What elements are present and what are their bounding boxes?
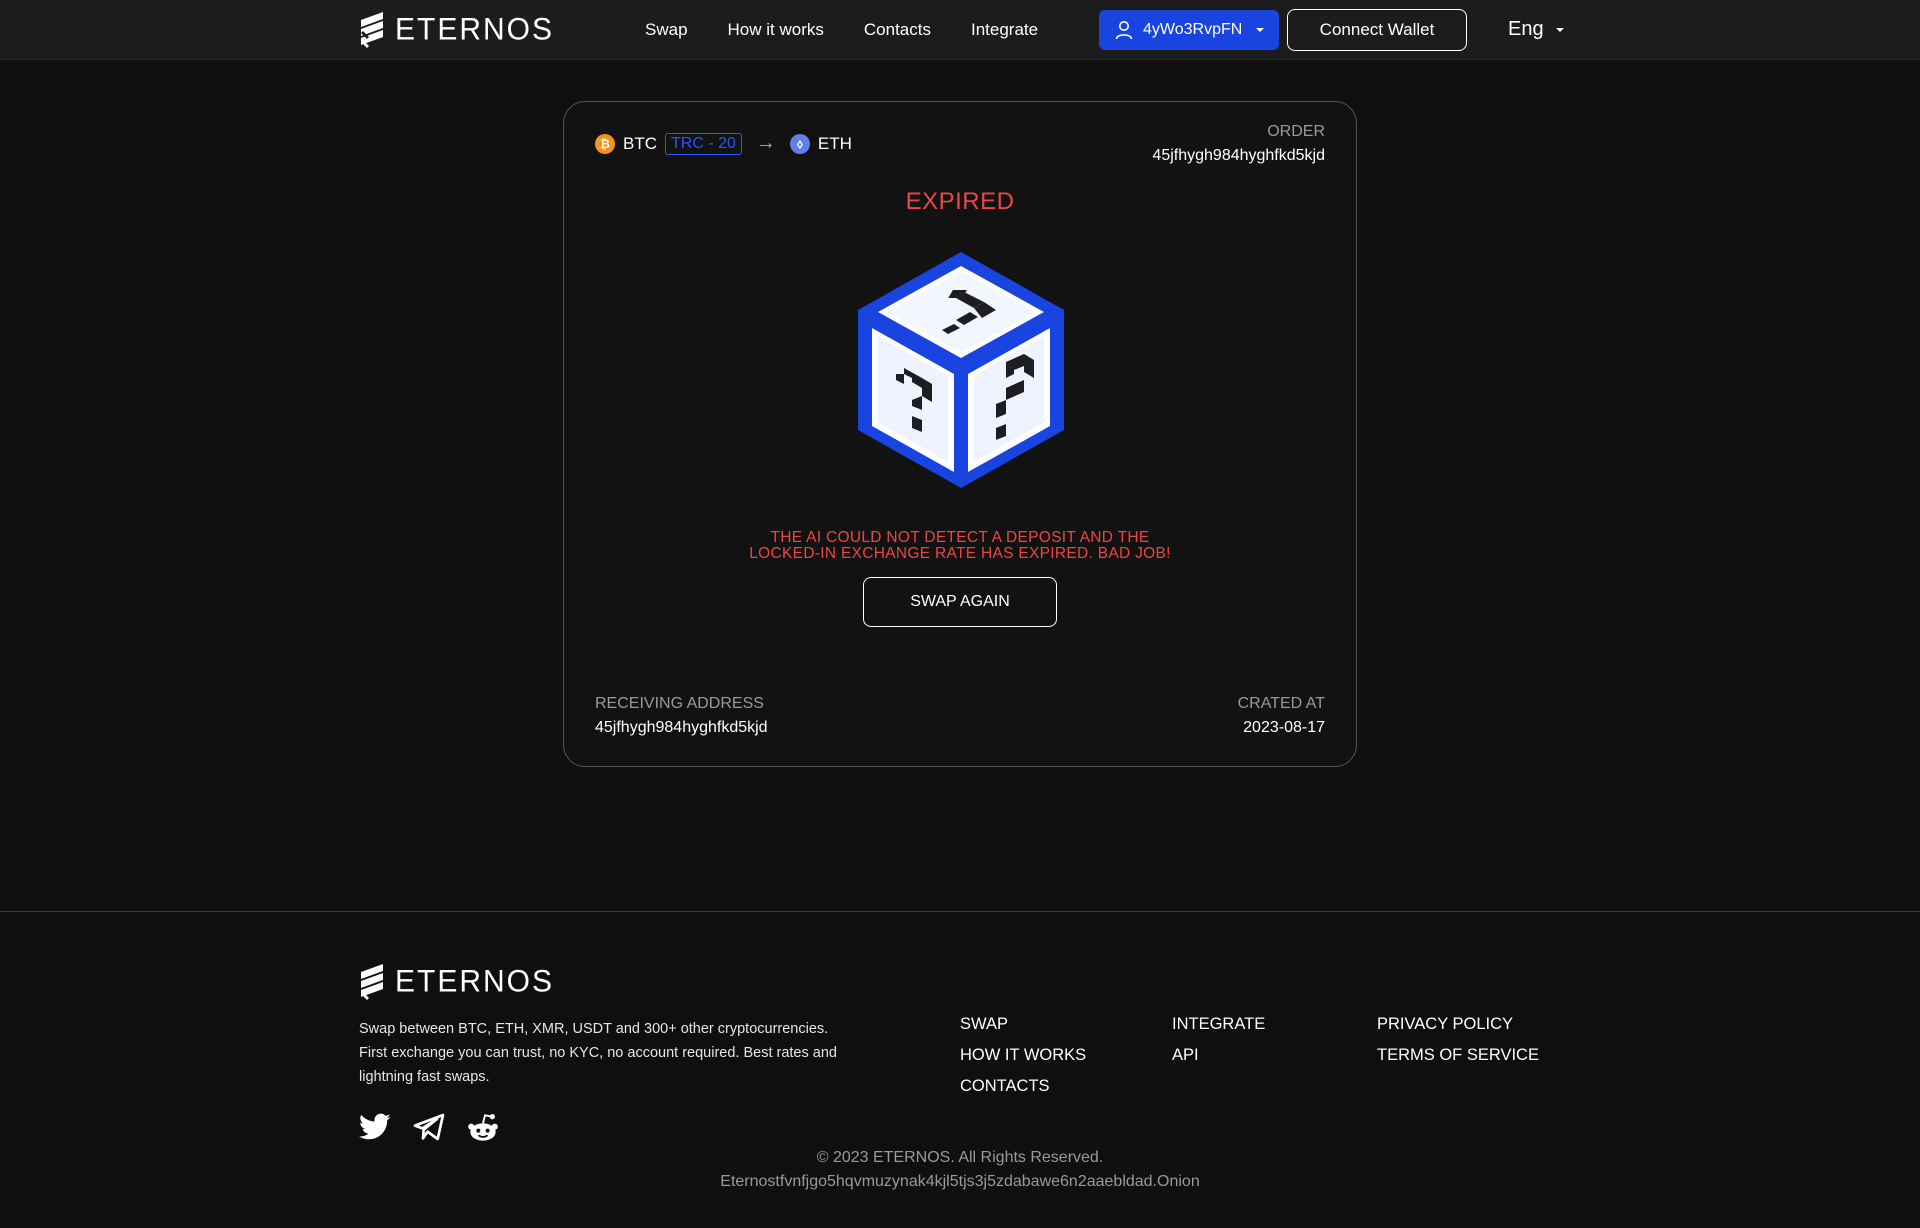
nav-integrate[interactable]: Integrate (971, 20, 1038, 40)
eth-icon: ⬨ (789, 133, 810, 154)
nav-contacts[interactable]: Contacts (864, 20, 931, 40)
social-links (359, 1113, 499, 1143)
wallet-account-button[interactable]: 4yWo3RvpFN (1099, 10, 1279, 50)
footer-divider (0, 911, 1920, 912)
main-nav: Swap How it works Contacts Integrate (645, 20, 1038, 40)
footer-link-integrate[interactable]: INTEGRATE (1172, 1015, 1265, 1034)
reddit-icon[interactable] (467, 1113, 499, 1143)
footer-link-contacts[interactable]: CONTACTS (960, 1077, 1086, 1096)
eternos-logo-icon (361, 12, 383, 48)
logo-text: ETERNOS (395, 964, 555, 999)
telegram-icon[interactable] (413, 1113, 445, 1141)
receiving-address-block: RECEIVING ADDRESS 45jfhygh984hyghfkd5kjd (595, 695, 768, 737)
user-icon (1115, 21, 1133, 40)
connect-wallet-button[interactable]: Connect Wallet (1287, 9, 1467, 51)
footer-link-swap[interactable]: SWAP (960, 1015, 1086, 1034)
receiving-address-label: RECEIVING ADDRESS (595, 695, 764, 712)
footer-column-legal: PRIVACY POLICY TERMS OF SERVICE (1377, 1015, 1539, 1065)
header: ETERNOS Swap How it works Contacts Integ… (0, 0, 1920, 60)
to-coin: ETH (817, 133, 852, 153)
status-badge: EXPIRED (905, 188, 1015, 215)
order-id: 45jfhygh984hyghfkd5kjd (1152, 147, 1325, 164)
from-coin: BTC (623, 133, 657, 153)
footer-column-main: SWAP HOW IT WORKS CONTACTS (960, 1015, 1086, 1096)
chevron-down-icon (1555, 27, 1564, 32)
copyright-text: © 2023 ETERNOS. All Rights Reserved. (816, 1149, 1104, 1166)
eternos-logo-icon (361, 964, 383, 1000)
footer-link-privacy-policy[interactable]: PRIVACY POLICY (1377, 1015, 1539, 1034)
footer-column-developers: INTEGRATE API (1172, 1015, 1265, 1065)
receiving-address-value: 45jfhygh984hyghfkd5kjd (595, 719, 768, 736)
footer-link-terms-of-service[interactable]: TERMS OF SERVICE (1377, 1046, 1539, 1065)
expired-message: THE AI COULD NOT DETECT A DEPOSIT AND TH… (564, 530, 1356, 562)
order-card: ₿ BTC TRC - 20 → ⬨ ETH ORDER 45jfhygh984… (563, 101, 1357, 767)
nav-how-it-works[interactable]: How it works (728, 20, 824, 40)
twitter-icon[interactable] (359, 1113, 391, 1141)
copyright: © 2023 ETERNOS. All Rights Reserved. Ete… (0, 1146, 1920, 1194)
chevron-down-icon (1256, 28, 1265, 32)
created-at-value: 2023-08-17 (1243, 719, 1325, 736)
network-badge: TRC - 20 (665, 132, 742, 155)
footer-link-api[interactable]: API (1172, 1046, 1265, 1065)
btc-icon: ₿ (595, 133, 615, 154)
footer-logo[interactable]: ETERNOS (359, 962, 554, 1002)
arrow-right-icon: → (755, 132, 776, 154)
footer-description: Swap between BTC, ETH, XMR, USDT and 300… (359, 1021, 837, 1085)
onion-address: Eternostfvnfjgo5hqvmuzynak4kjl5tjs3j5zda… (720, 1173, 1200, 1190)
created-at-block: CRATED AT 2023-08-17 (1238, 695, 1325, 737)
expired-message-line1: THE AI COULD NOT DETECT A DEPOSIT AND TH… (770, 529, 1150, 546)
language-selector[interactable]: Eng (1508, 18, 1564, 41)
order-label: ORDER (1267, 123, 1325, 140)
logo-text: ETERNOS (395, 12, 555, 47)
page: ETERNOS Swap How it works Contacts Integ… (0, 0, 1920, 1228)
swap-again-button[interactable]: SWAP AGAIN (863, 577, 1057, 627)
language-label: Eng (1508, 18, 1544, 40)
header-logo[interactable]: ETERNOS (359, 10, 554, 50)
swap-pair: ₿ BTC TRC - 20 → ⬨ ETH (595, 132, 852, 155)
created-at-label: CRATED AT (1237, 695, 1325, 712)
nav-swap[interactable]: Swap (645, 20, 688, 40)
mystery-cube-icon (858, 252, 1064, 488)
expired-message-line2: LOCKED-IN EXCHANGE RATE HAS EXPIRED. BAD… (749, 545, 1171, 562)
footer-link-how-it-works[interactable]: HOW IT WORKS (960, 1046, 1086, 1065)
wallet-address: 4yWo3RvpFN (1143, 21, 1243, 38)
order-info: ORDER 45jfhygh984hyghfkd5kjd (1152, 123, 1325, 165)
